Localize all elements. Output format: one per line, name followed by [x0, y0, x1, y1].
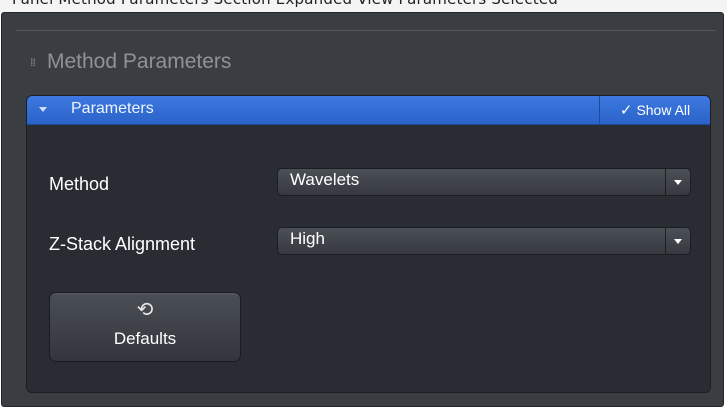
defaults-button[interactable]: ⟲ Defaults: [49, 292, 241, 362]
method-select[interactable]: Wavelets: [277, 168, 691, 196]
group-title: Parameters: [71, 100, 154, 117]
dropdown-arrow-icon[interactable]: [665, 228, 690, 254]
top-strip: Panel Method Parameters Section Expanded…: [0, 0, 727, 12]
method-parameters-panel: ⁞⁞ Method Parameters Parameters ✓ Show A…: [1, 12, 724, 407]
parameters-group-header[interactable]: Parameters ✓ Show All: [27, 96, 710, 125]
grip-dots-icon[interactable]: ⁞⁞: [30, 57, 36, 68]
show-all-toggle[interactable]: ✓ Show All: [599, 96, 710, 124]
method-value: Wavelets: [290, 170, 360, 189]
zstack-alignment-select[interactable]: High: [277, 227, 691, 255]
dropdown-arrow-icon[interactable]: [665, 169, 690, 195]
section-header[interactable]: ⁞⁞ Method Parameters: [30, 47, 231, 77]
parameters-group: Parameters ✓ Show All Method Wavelets Z-…: [26, 95, 711, 393]
reset-icon: ⟲: [136, 297, 154, 321]
checkmark-icon: ✓: [619, 102, 633, 119]
method-label: Method: [49, 174, 110, 194]
chevron-down-icon[interactable]: [39, 107, 47, 112]
top-strip-text: Panel Method Parameters Section Expanded…: [12, 0, 558, 8]
section-title: Method Parameters: [47, 50, 232, 73]
defaults-label: Defaults: [113, 329, 177, 348]
zstack-alignment-value: High: [290, 229, 325, 248]
zstack-alignment-label: Z-Stack Alignment: [49, 234, 196, 254]
show-all-label: Show All: [636, 102, 691, 118]
divider: [16, 30, 716, 31]
